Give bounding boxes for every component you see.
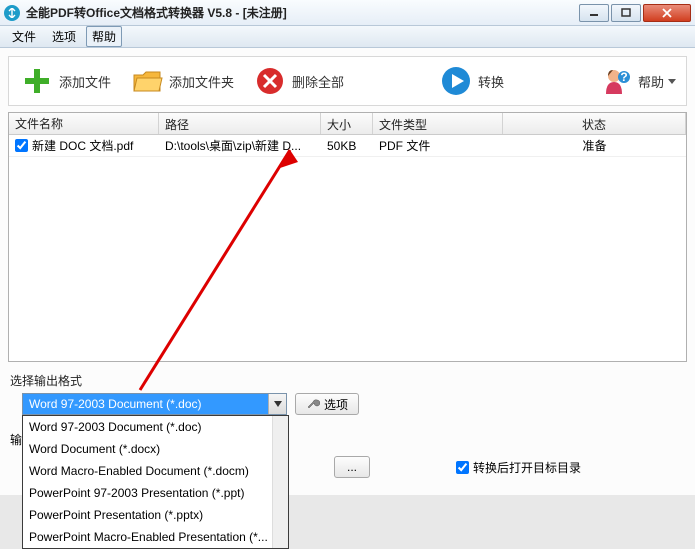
combo-option[interactable]: PowerPoint Macro-Enabled Presentation (*… — [23, 526, 288, 548]
scrollbar[interactable] — [272, 416, 288, 548]
options-button[interactable]: 选项 — [295, 393, 359, 415]
wrench-icon — [306, 397, 320, 411]
toolbar: 添加文件 添加文件夹 删除全部 转换 ? 帮助 — [8, 56, 687, 106]
play-icon — [438, 63, 474, 99]
svg-text:?: ? — [620, 70, 627, 84]
combo-dropdown: Word 97-2003 Document (*.doc) Word Docum… — [22, 415, 289, 549]
row-size: 50KB — [321, 137, 373, 155]
delete-icon — [252, 63, 288, 99]
output-format-combo[interactable]: Word 97-2003 Document (*.doc) Word 97-20… — [22, 393, 287, 415]
combo-option[interactable]: Word Macro-Enabled Document (*.docm) — [23, 460, 288, 482]
row-checkbox[interactable] — [15, 139, 28, 152]
folder-icon — [129, 63, 165, 99]
add-folder-button[interactable]: 添加文件夹 — [123, 59, 240, 103]
chevron-down-icon[interactable] — [268, 394, 286, 414]
help-user-icon: ? — [598, 63, 634, 99]
plus-icon — [19, 63, 55, 99]
row-path: D:\tools\桌面\zip\新建 D... — [159, 135, 321, 156]
col-header-status[interactable]: 状态 — [503, 113, 686, 134]
col-header-size[interactable]: 大小 — [321, 113, 373, 134]
delete-all-button[interactable]: 删除全部 — [246, 59, 350, 103]
combo-option[interactable]: Word 97-2003 Document (*.doc) — [23, 416, 288, 438]
app-icon — [4, 5, 20, 21]
combo-option[interactable]: PowerPoint 97-2003 Presentation (*.ppt) — [23, 482, 288, 504]
row-type: PDF 文件 — [373, 135, 503, 156]
maximize-button[interactable] — [611, 4, 641, 22]
menu-file[interactable]: 文件 — [6, 26, 42, 47]
open-after-label: 转换后打开目标目录 — [473, 459, 581, 476]
output-format-label: 选择输出格式 — [8, 368, 687, 393]
close-button[interactable] — [643, 4, 691, 22]
window-title: 全能PDF转Office文档格式转换器 V5.8 - [未注册] — [26, 4, 579, 21]
col-header-path[interactable]: 路径 — [159, 113, 321, 134]
row-status: 准备 — [503, 135, 686, 156]
convert-button[interactable]: 转换 — [432, 59, 510, 103]
menu-options[interactable]: 选项 — [46, 26, 82, 47]
table-row[interactable]: 新建 DOC 文档.pdf D:\tools\桌面\zip\新建 D... 50… — [9, 135, 686, 157]
col-header-type[interactable]: 文件类型 — [373, 113, 503, 134]
chevron-down-icon — [668, 77, 676, 85]
help-button[interactable]: ? 帮助 — [592, 59, 682, 103]
browse-button[interactable]: ... — [334, 456, 370, 478]
menu-help[interactable]: 帮助 — [86, 26, 122, 47]
row-filename: 新建 DOC 文档.pdf — [32, 137, 133, 154]
open-after-checkbox[interactable] — [456, 461, 469, 474]
file-grid: 文件名称 路径 大小 文件类型 状态 新建 DOC 文档.pdf D:\tool… — [8, 112, 687, 362]
col-header-name[interactable]: 文件名称 — [9, 113, 159, 134]
combo-option[interactable]: PowerPoint Presentation (*.pptx) — [23, 504, 288, 526]
combo-option[interactable]: Word Document (*.docx) — [23, 438, 288, 460]
add-file-button[interactable]: 添加文件 — [13, 59, 117, 103]
combo-selected-value: Word 97-2003 Document (*.doc) — [23, 394, 268, 414]
minimize-button[interactable] — [579, 4, 609, 22]
